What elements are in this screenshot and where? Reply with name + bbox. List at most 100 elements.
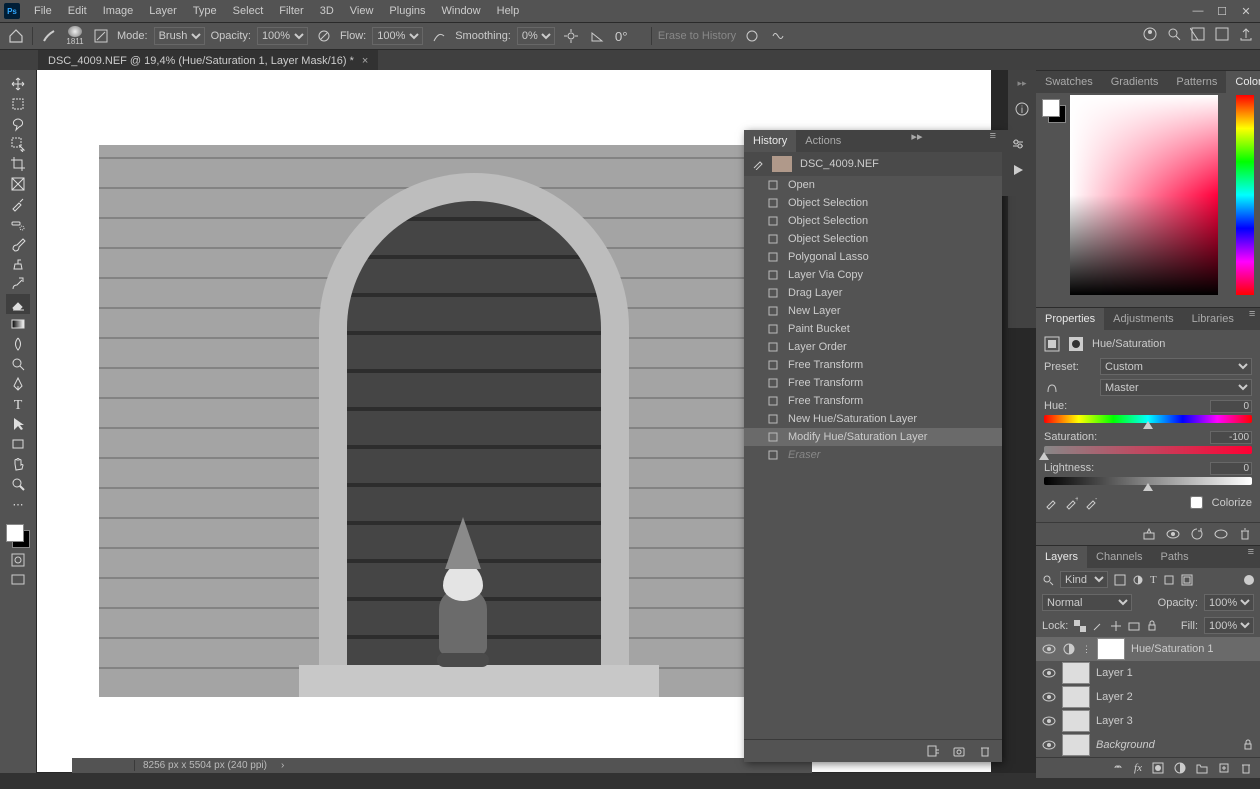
brush-preset-icon[interactable] bbox=[39, 26, 59, 46]
spot-heal-tool[interactable] bbox=[6, 214, 30, 234]
layer-name[interactable]: Layer 3 bbox=[1096, 715, 1254, 727]
adjustment-layer-icon[interactable] bbox=[1174, 762, 1186, 774]
tab-gradients[interactable]: Gradients bbox=[1102, 71, 1168, 93]
lock-nesting-icon[interactable] bbox=[1128, 620, 1140, 632]
tab-channels[interactable]: Channels bbox=[1087, 546, 1151, 568]
edit-toolbar-button[interactable]: ⋯ bbox=[6, 494, 30, 514]
visibility-toggle-icon[interactable] bbox=[1042, 690, 1056, 704]
menu-plugins[interactable]: Plugins bbox=[381, 5, 433, 17]
eyedropper-plus-icon[interactable]: + bbox=[1064, 496, 1078, 510]
eyedropper-tool[interactable] bbox=[6, 194, 30, 214]
layer-row[interactable]: Background bbox=[1036, 733, 1260, 757]
lightness-slider[interactable] bbox=[1044, 477, 1252, 485]
window-minimize-button[interactable]: — bbox=[1188, 4, 1208, 18]
history-state[interactable]: Object Selection bbox=[744, 212, 1002, 230]
hand-tool[interactable] bbox=[6, 454, 30, 474]
menu-file[interactable]: File bbox=[26, 5, 60, 17]
move-tool[interactable] bbox=[6, 74, 30, 94]
pressure-size-icon[interactable] bbox=[742, 26, 762, 46]
filter-smart-icon[interactable] bbox=[1181, 574, 1193, 586]
filter-pixel-icon[interactable] bbox=[1114, 574, 1126, 586]
history-state[interactable]: Free Transform bbox=[744, 356, 1002, 374]
layer-mask-icon[interactable] bbox=[1152, 762, 1164, 774]
search-icon[interactable] bbox=[1166, 26, 1182, 42]
tab-swatches[interactable]: Swatches bbox=[1036, 71, 1102, 93]
tab-libraries[interactable]: Libraries bbox=[1183, 308, 1243, 330]
lock-all-icon[interactable] bbox=[1146, 620, 1158, 632]
hue-slider[interactable] bbox=[1044, 415, 1252, 423]
window-maximize-button[interactable]: ☐ bbox=[1212, 4, 1232, 18]
dodge-tool[interactable] bbox=[6, 354, 30, 374]
lock-pixels-icon[interactable] bbox=[1092, 620, 1104, 632]
quick-mask-button[interactable] bbox=[6, 550, 30, 570]
history-state[interactable]: Eraser bbox=[744, 446, 1002, 464]
share-icon[interactable] bbox=[1238, 26, 1254, 42]
tab-color[interactable]: Color bbox=[1226, 71, 1260, 93]
filter-shape-icon[interactable] bbox=[1163, 574, 1175, 586]
menu-view[interactable]: View bbox=[342, 5, 382, 17]
zoom-tool[interactable] bbox=[6, 474, 30, 494]
adjustment-icon[interactable] bbox=[1010, 136, 1026, 152]
opacity-select[interactable]: 100% bbox=[257, 27, 308, 45]
layer-name[interactable]: Layer 2 bbox=[1096, 691, 1254, 703]
new-document-from-state-icon[interactable] bbox=[926, 744, 940, 758]
layer-row[interactable]: Layer 1 bbox=[1036, 661, 1260, 685]
marquee-tool[interactable] bbox=[6, 94, 30, 114]
reset-icon[interactable] bbox=[1190, 527, 1204, 541]
toggle-visibility-icon[interactable] bbox=[1166, 527, 1180, 541]
history-state[interactable]: New Layer bbox=[744, 302, 1002, 320]
history-state[interactable]: Object Selection bbox=[744, 230, 1002, 248]
visibility-toggle-icon[interactable] bbox=[1042, 738, 1056, 752]
new-layer-icon[interactable] bbox=[1218, 762, 1230, 774]
group-layers-icon[interactable] bbox=[1196, 762, 1208, 774]
path-select-tool[interactable] bbox=[6, 414, 30, 434]
tab-patterns[interactable]: Patterns bbox=[1167, 71, 1226, 93]
layer-mask-thumbnail[interactable] bbox=[1097, 638, 1125, 660]
layer-style-icon[interactable]: fx bbox=[1134, 762, 1142, 774]
clone-stamp-tool[interactable] bbox=[6, 254, 30, 274]
angle-input[interactable] bbox=[613, 28, 645, 45]
layer-thumbnail[interactable] bbox=[1062, 686, 1090, 708]
opacity-pressure-icon[interactable] bbox=[314, 26, 334, 46]
tab-properties[interactable]: Properties bbox=[1036, 308, 1104, 330]
menu-3d[interactable]: 3D bbox=[312, 5, 342, 17]
gradient-tool[interactable] bbox=[6, 314, 30, 334]
status-chevron-icon[interactable]: › bbox=[275, 760, 290, 771]
workspace-switcher-icon[interactable] bbox=[1214, 26, 1230, 42]
blur-tool[interactable] bbox=[6, 334, 30, 354]
cloud-status-icon[interactable] bbox=[1142, 26, 1158, 42]
history-state[interactable]: Layer Order bbox=[744, 338, 1002, 356]
flow-select[interactable]: 100% bbox=[372, 27, 423, 45]
brush-tool[interactable] bbox=[6, 234, 30, 254]
layer-opacity-select[interactable]: 100% bbox=[1204, 594, 1254, 611]
filter-toggle-icon[interactable] bbox=[1244, 575, 1254, 585]
panel-collapse-icon[interactable]: ▸▸ bbox=[905, 130, 928, 152]
visibility-toggle-icon[interactable] bbox=[1042, 666, 1056, 680]
tab-history[interactable]: History bbox=[744, 130, 796, 152]
foreground-background-colors[interactable] bbox=[4, 522, 32, 550]
lock-transparency-icon[interactable] bbox=[1074, 620, 1086, 632]
history-brush-source-icon[interactable] bbox=[752, 158, 764, 170]
layer-thumbnail[interactable] bbox=[1062, 662, 1090, 684]
saturation-input[interactable] bbox=[1210, 431, 1252, 444]
hue-input[interactable] bbox=[1210, 400, 1252, 413]
panel-menu-icon[interactable]: ≡ bbox=[984, 130, 1002, 152]
colorize-checkbox[interactable] bbox=[1190, 496, 1203, 509]
tab-actions[interactable]: Actions bbox=[796, 130, 850, 152]
screen-mode-button[interactable] bbox=[6, 570, 30, 590]
clip-to-layer-icon[interactable] bbox=[1142, 527, 1156, 541]
visibility-toggle-icon[interactable] bbox=[1042, 642, 1056, 656]
color-field[interactable] bbox=[1070, 95, 1218, 295]
layer-row[interactable]: Layer 2 bbox=[1036, 685, 1260, 709]
layer-thumbnail[interactable] bbox=[1062, 710, 1090, 732]
close-document-button[interactable]: × bbox=[362, 55, 368, 67]
document-tab[interactable]: DSC_4009.NEF @ 19,4% (Hue/Saturation 1, … bbox=[38, 50, 378, 72]
menu-help[interactable]: Help bbox=[489, 5, 528, 17]
panel-menu-icon[interactable]: ≡ bbox=[1242, 546, 1260, 568]
angle-icon[interactable] bbox=[587, 26, 607, 46]
type-tool[interactable]: T bbox=[6, 394, 30, 414]
airbrush-icon[interactable] bbox=[429, 26, 449, 46]
smoothing-select[interactable]: 0% bbox=[517, 27, 555, 45]
blend-mode-select[interactable]: Normal bbox=[1042, 594, 1132, 611]
brush-panel-toggle-icon[interactable] bbox=[91, 26, 111, 46]
